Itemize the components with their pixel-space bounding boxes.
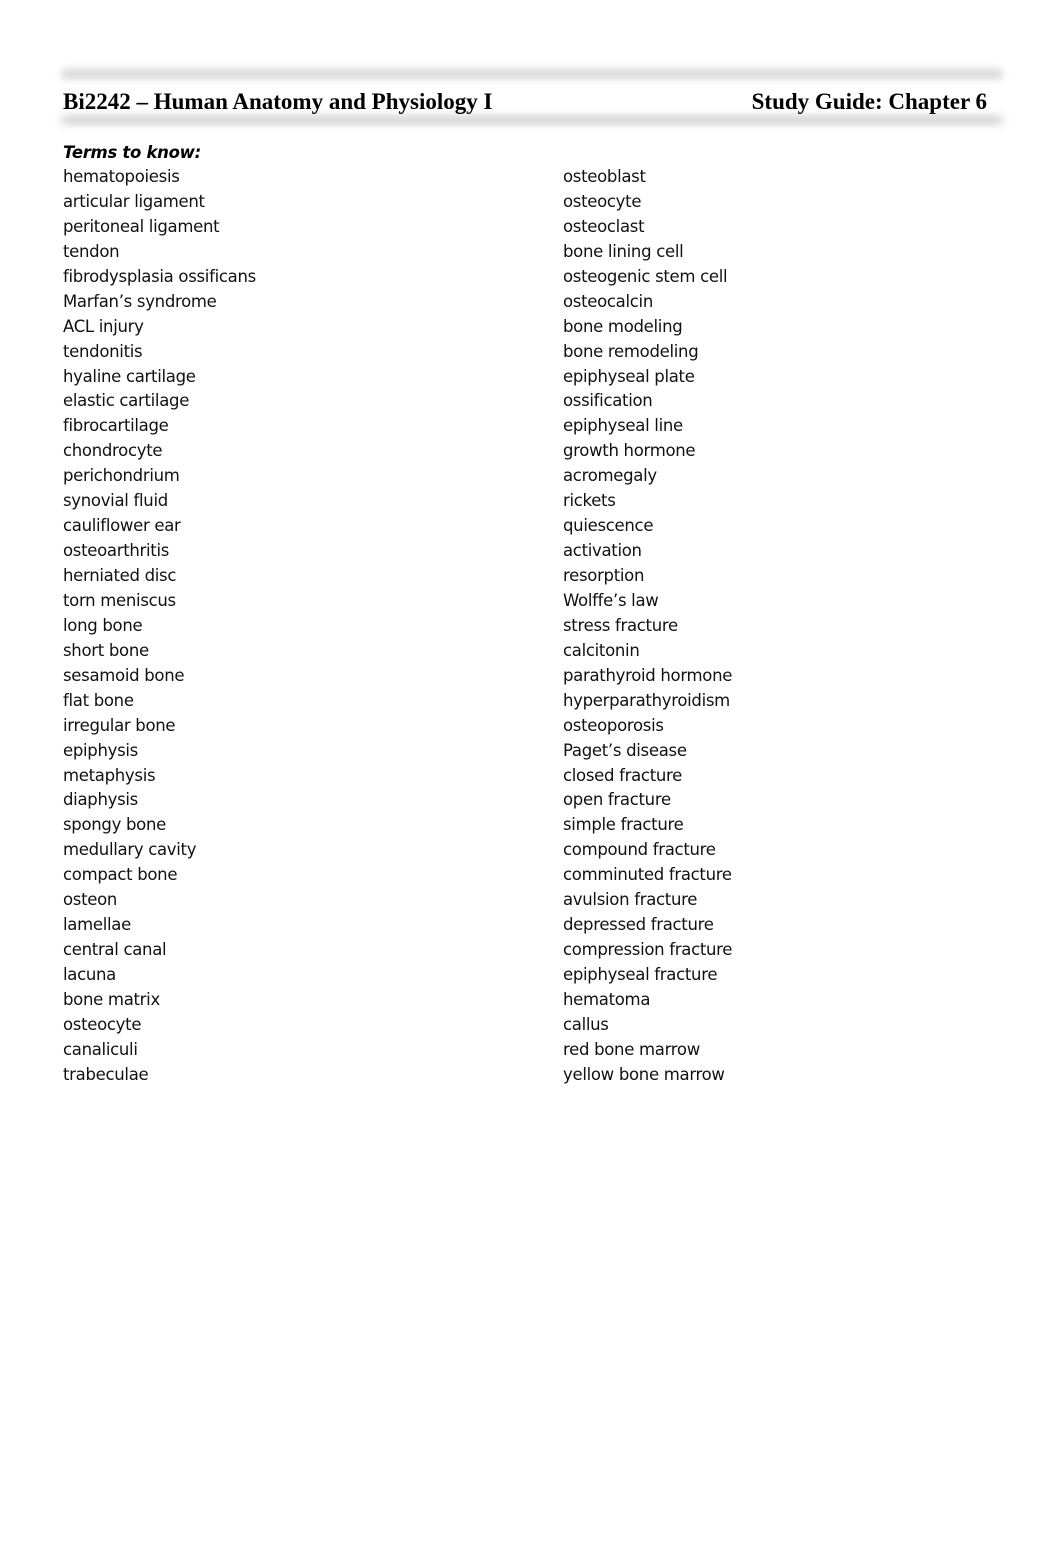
term-item: osteon (63, 890, 118, 910)
terms-heading: Terms to know: (63, 143, 201, 162)
term-item: tendon (63, 241, 120, 261)
term-item: growth hormone (563, 441, 696, 461)
term-item: synovial fluid (63, 491, 168, 511)
term-item: peritoneal ligament (63, 216, 220, 236)
term-item: hyperparathyroidism (563, 690, 730, 710)
header-shading-top (62, 69, 1002, 79)
term-item: fibrodysplasia ossificans (63, 266, 256, 286)
term-item: flat bone (63, 690, 134, 710)
term-item: Paget’s disease (563, 740, 687, 760)
term-item: osteocyte (563, 191, 642, 211)
term-item: open fracture (563, 790, 671, 810)
term-item: irregular bone (63, 715, 176, 735)
term-item: bone matrix (63, 989, 160, 1009)
term-item: trabeculae (63, 1064, 149, 1084)
term-item: avulsion fracture (563, 890, 698, 910)
term-item: hyaline cartilage (63, 366, 196, 386)
term-item: osteoarthritis (63, 541, 170, 561)
term-item: perichondrium (63, 466, 180, 486)
term-item: ACL injury (63, 316, 144, 336)
term-item: short bone (63, 640, 149, 660)
term-item: osteogenic stem cell (563, 266, 728, 286)
term-item: sesamoid bone (63, 665, 185, 685)
term-item: ossification (563, 391, 653, 411)
term-item: activation (563, 541, 642, 561)
term-item: epiphyseal line (563, 416, 683, 436)
course-title: Bi2242 – Human Anatomy and Physiology I (63, 89, 493, 114)
term-item: calcitonin (563, 640, 640, 660)
document-header: Bi2242 – Human Anatomy and Physiology I … (63, 86, 987, 118)
term-item: osteocalcin (563, 291, 653, 311)
term-item: epiphyseal plate (563, 366, 695, 386)
term-item: central canal (63, 940, 167, 960)
term-item: osteoporosis (563, 715, 664, 735)
terms-list-right: osteoblast osteocyte osteoclast bone lining… (563, 165, 732, 1088)
term-item: parathyroid hormone (563, 665, 733, 685)
terms-list-left: hematopoiesis articular ligament peritonea… (63, 165, 256, 1088)
term-item: osteoclast (563, 216, 645, 236)
term-item: bone lining cell (563, 241, 684, 261)
term-item: hematoma (563, 989, 651, 1009)
term-item: Marfan’s syndrome (63, 291, 217, 311)
term-item: callus (563, 1014, 609, 1034)
term-item: epiphysis (63, 740, 138, 760)
term-item: compact bone (63, 865, 178, 885)
term-item: depressed fracture (563, 915, 714, 935)
term-item: quiescence (563, 516, 654, 536)
term-item: fibrocartilage (63, 416, 169, 436)
term-item: rickets (563, 491, 616, 511)
term-item: torn meniscus (63, 590, 176, 610)
term-item: canaliculi (63, 1039, 138, 1059)
term-item: elastic cartilage (63, 391, 190, 411)
term-item: lacuna (63, 965, 116, 984)
term-item: compound fracture (563, 840, 716, 860)
term-item: comminuted fracture (563, 865, 732, 885)
term-item: articular ligament (63, 191, 205, 211)
term-item: chondrocyte (63, 441, 163, 461)
term-item: spongy bone (63, 815, 166, 835)
term-item: Wolffe’s law (563, 590, 659, 610)
term-item: yellow bone marrow (563, 1064, 725, 1084)
term-item: closed fracture (563, 765, 682, 785)
term-item: red bone marrow (563, 1039, 700, 1059)
term-item: long bone (63, 615, 143, 635)
term-item: cauliflower ear (63, 516, 181, 536)
term-item: metaphysis (63, 765, 156, 785)
term-item: osteoblast (563, 167, 646, 186)
term-item: acromegaly (563, 466, 657, 486)
term-item: compression fracture (563, 940, 733, 960)
study-guide-title: Study Guide: Chapter 6 (751, 89, 987, 114)
term-item: medullary cavity (63, 840, 197, 860)
term-item: osteocyte (63, 1014, 142, 1034)
term-item: bone modeling (563, 316, 683, 336)
term-item: epiphyseal fracture (563, 965, 718, 984)
term-item: lamellae (63, 915, 131, 935)
term-item: hematopoiesis (63, 167, 180, 186)
term-item: simple fracture (563, 815, 684, 835)
term-item: diaphysis (63, 790, 138, 810)
term-item: resorption (563, 566, 645, 585)
term-item: herniated disc (63, 566, 177, 585)
term-item: tendonitis (63, 341, 143, 361)
term-item: stress fracture (563, 615, 678, 635)
term-item: bone remodeling (563, 341, 699, 361)
